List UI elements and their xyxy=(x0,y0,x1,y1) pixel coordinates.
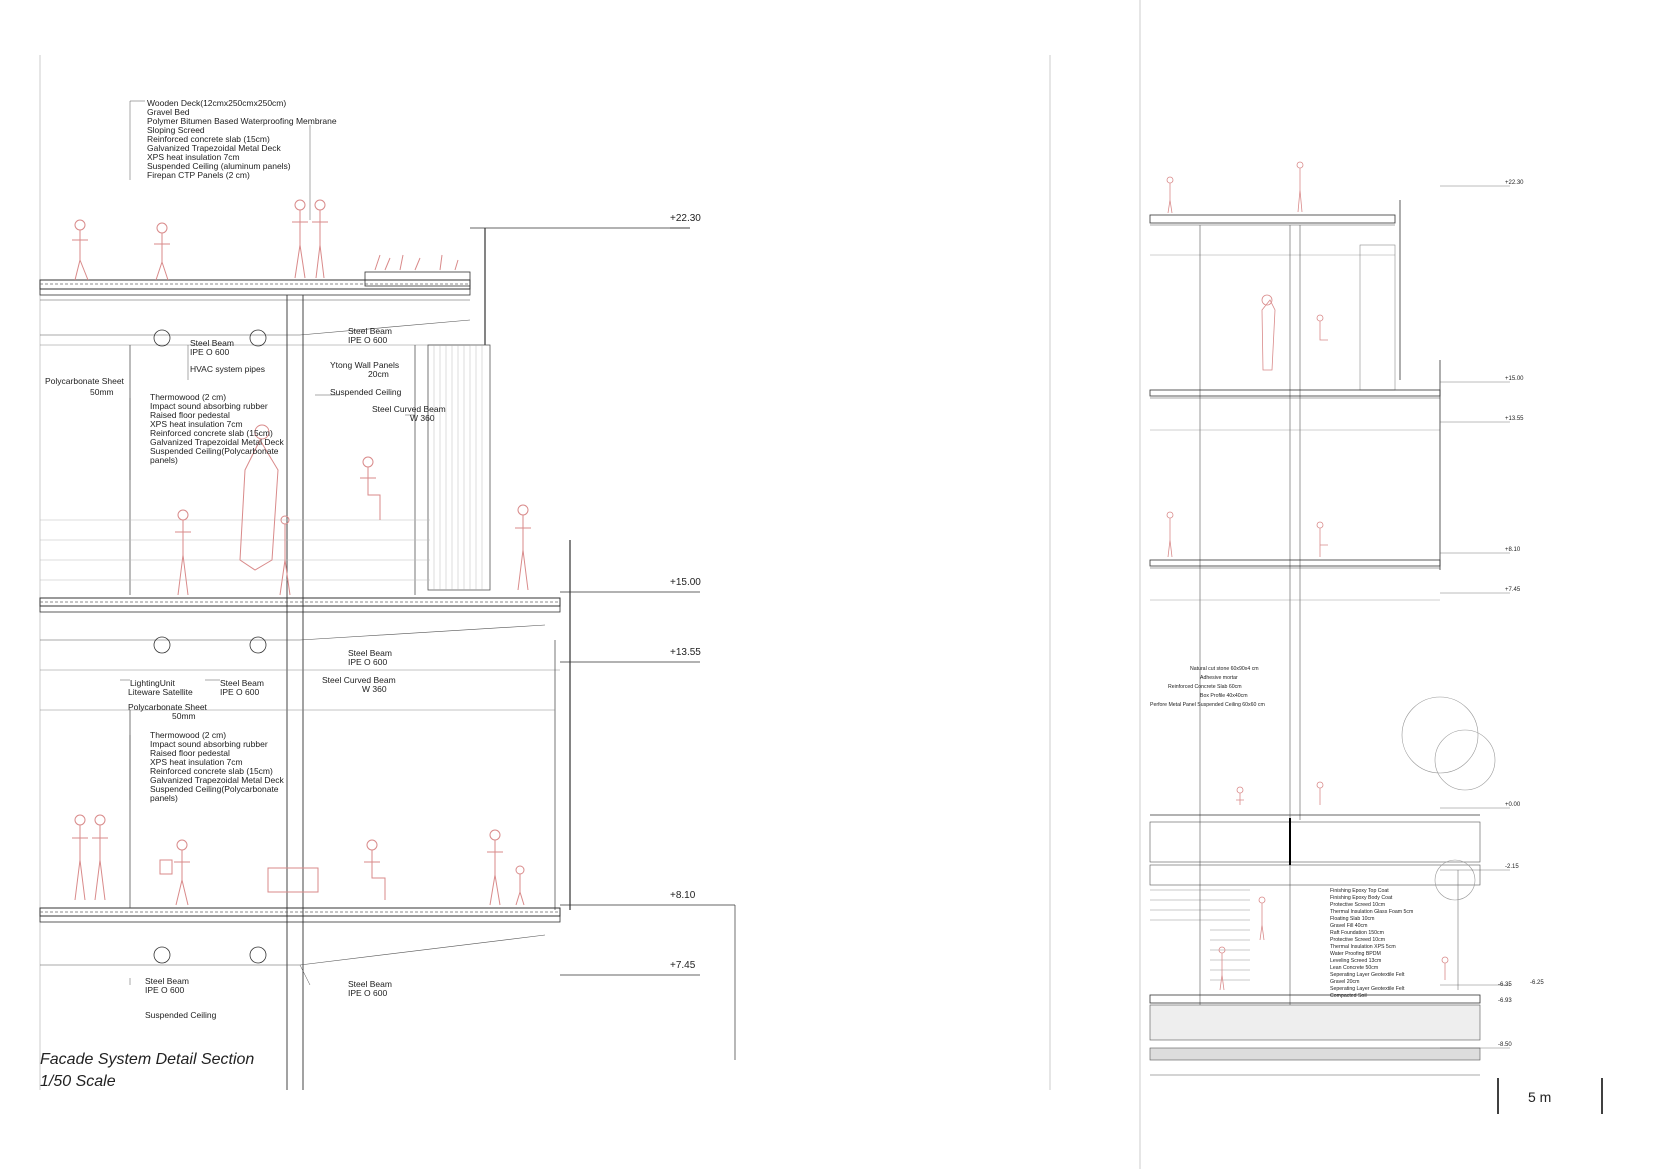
elevation-8-10: +8.10 xyxy=(670,890,696,901)
foundation-layer-12: Seperating Layer Geotextile Felt xyxy=(1330,972,1405,978)
elevation-7-45: +7.45 xyxy=(670,960,696,971)
label-steel-beam-d-size: IPE O 600 xyxy=(220,687,259,697)
label-steel-beam-e-size: IPE O 600 xyxy=(145,985,184,995)
floor-layer-labels-lower: Thermowood (2 cm) Impact sound absorbing… xyxy=(150,730,284,803)
foundation-layer-4: Floating Slab 10cm xyxy=(1330,916,1374,922)
label-curved-beam-1-size: W 360 xyxy=(410,413,435,423)
label-suspended-ceiling-2: Suspended Ceiling xyxy=(145,1010,217,1020)
stone-layer-4: Perfore Metal Panel Suspended Ceiling 60… xyxy=(1150,702,1265,708)
label-polycarbonate-2-size: 50mm xyxy=(172,711,196,721)
foundation-layer-11: Lean Concrete 50cm xyxy=(1330,965,1378,971)
label-curved-beam-2-size: W 360 xyxy=(362,684,387,694)
r-elevation-8-10: +8.10 xyxy=(1505,547,1521,553)
elevation-15-00: +15.00 xyxy=(670,577,701,588)
foundation-layer-6: Raft Foundation 150cm xyxy=(1330,930,1384,936)
foundation-layer-0: Finishing Epoxy Top Coat xyxy=(1330,888,1389,894)
r-elevation-15-00: +15.00 xyxy=(1505,376,1524,382)
foundation-layer-9: Water Proofing BPDM xyxy=(1330,951,1381,957)
drawing-sheet: Wooden Deck(12cmx250cmx250cm) Gravel Bed… xyxy=(39,0,1603,1169)
right-foundation-labels: Finishing Epoxy Top Coat Finishing Epoxy… xyxy=(1330,888,1413,999)
r-elevation-0-00: +0.00 xyxy=(1505,802,1521,808)
foundation-layer-10: Leveling Screed 13cm xyxy=(1330,958,1381,964)
label-suspended-ceiling-1: Suspended Ceiling xyxy=(330,387,402,397)
label-lighting-model: Liteware Satellite xyxy=(128,687,193,697)
r-elevation-6-35: -6.35 xyxy=(1498,982,1512,988)
foundation-layer-3: Thermal Insulation Glass Foam 5cm xyxy=(1330,909,1413,915)
stone-layer-1: Adhesive mortar xyxy=(1200,675,1238,681)
figures xyxy=(72,199,531,906)
stone-layer-2: Reinforced Concrete Slab 60cm xyxy=(1168,684,1242,690)
foundation-layer-8: Thermal Insulation XPS 5cm xyxy=(1330,944,1396,950)
label-steel-beam-c-size: IPE O 600 xyxy=(348,657,387,667)
r-elevation-7-45: +7.45 xyxy=(1505,587,1521,593)
floor1-layer-7: panels) xyxy=(150,455,178,465)
label-ytong-size: 20cm xyxy=(368,369,389,379)
label-steel-beam-f-size: IPE O 600 xyxy=(348,988,387,998)
stone-layer-3: Box Profile 40x40cm xyxy=(1200,693,1248,699)
label-polycarbonate-1: Polycarbonate Sheet xyxy=(45,376,125,386)
r-elevation-8-50: -8.50 xyxy=(1498,1042,1512,1048)
label-steel-beam-a-size: IPE O 600 xyxy=(190,347,229,357)
right-stone-labels: Natural cut stone 60x90x4 cm Adhesive mo… xyxy=(1150,666,1265,708)
elevation-13-55: +13.55 xyxy=(670,647,701,658)
figures-right xyxy=(1166,161,1449,991)
stone-layer-0: Natural cut stone 60x90x4 cm xyxy=(1190,666,1259,672)
label-curved-beam-1: Steel Curved Beam xyxy=(372,404,446,414)
label-hvac: HVAC system pipes xyxy=(190,364,265,374)
scale-bar-label: 5 m xyxy=(1528,1089,1551,1105)
foundation-layer-2: Protective Screed 10cm xyxy=(1330,902,1385,908)
label-steel-beam-b-size: IPE O 600 xyxy=(348,335,387,345)
r-elevation-6-93: -6.93 xyxy=(1498,998,1512,1004)
r-elevation-6-25: -6.25 xyxy=(1530,980,1544,986)
drawing-scale: 1/50 Scale xyxy=(40,1073,116,1090)
foundation-layer-5: Gravel Fill 40cm xyxy=(1330,923,1367,929)
label-polycarbonate-1-size: 50mm xyxy=(90,387,114,397)
foundation-layer-13: Gravel 20cm xyxy=(1330,979,1359,985)
foundation-layer-7: Protective Screed 10cm xyxy=(1330,937,1385,943)
r-elevation-22-30: +22.30 xyxy=(1505,180,1524,186)
floor-layer-labels-upper: Thermowood (2 cm) Impact sound absorbing… xyxy=(150,392,284,465)
roof-layer-labels: Wooden Deck(12cmx250cmx250cm) Gravel Bed… xyxy=(147,98,337,180)
r-elevation-2-15: -2.15 xyxy=(1505,864,1519,870)
left-detail-section xyxy=(39,227,736,1090)
elevation-22-30: +22.30 xyxy=(670,213,701,224)
r-elevation-13-55: +13.55 xyxy=(1505,416,1524,422)
foundation-layer-15: Compacted Soil xyxy=(1330,993,1367,999)
drawing-title: Facade System Detail Section xyxy=(40,1051,254,1068)
right-elevation-marks: +22.30 +15.00 +13.55 +8.10 +7.45 +0.00 -… xyxy=(1498,180,1544,1048)
foundation-layer-1: Finishing Epoxy Body Coat xyxy=(1330,895,1393,901)
floor2-layer-7: panels) xyxy=(150,793,178,803)
roof-layer-8: Firepan CTP Panels (2 cm) xyxy=(147,170,250,180)
foundation-layer-14: Seperating Layer Geotextile Felt xyxy=(1330,986,1405,992)
